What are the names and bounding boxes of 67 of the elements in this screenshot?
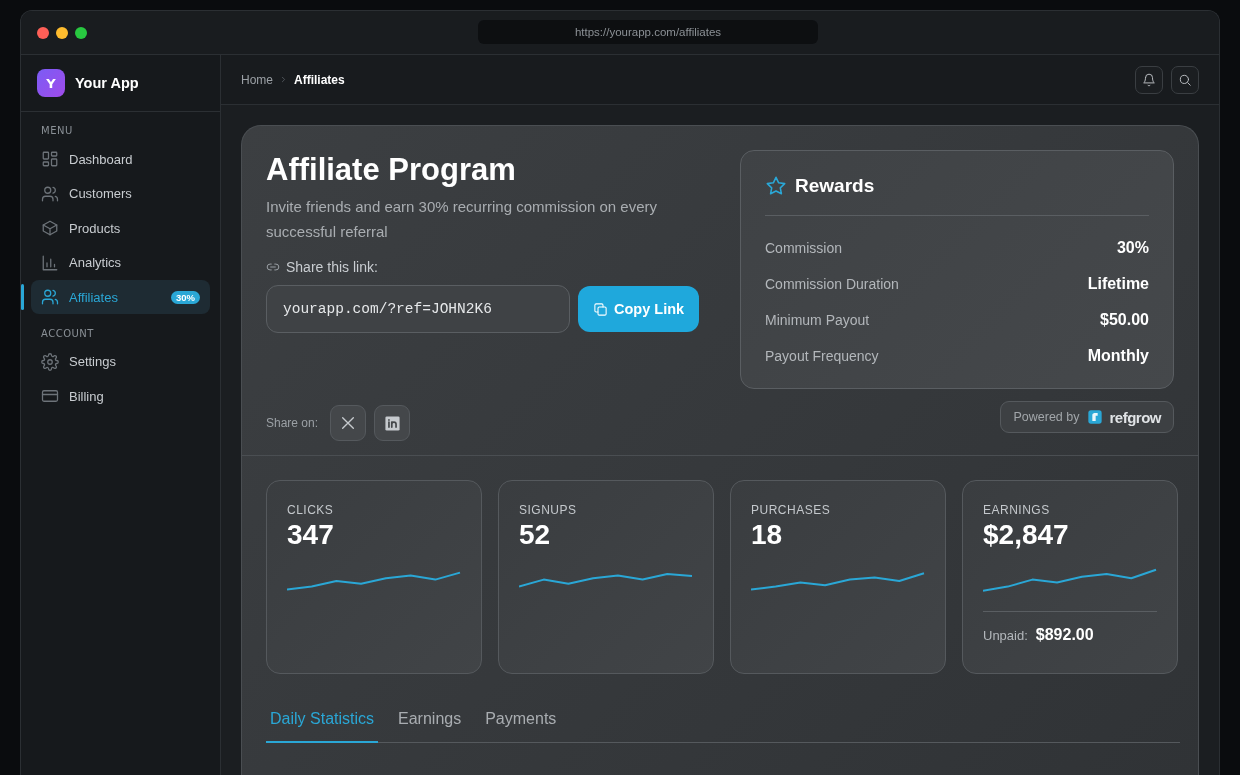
brand-logo-icon xyxy=(1087,409,1104,425)
page-title: Affiliate Program xyxy=(266,151,517,189)
users-icon xyxy=(41,184,59,203)
linkedin-share-button[interactable] xyxy=(374,405,411,441)
sidebar-item[interactable]: Dashboard xyxy=(31,142,210,176)
app-logo: Y xyxy=(37,69,65,97)
users-icon xyxy=(41,288,59,306)
stat-value: 347 xyxy=(287,519,335,551)
sidebar-item[interactable]: Billing xyxy=(31,379,210,413)
reward-value: Monthly xyxy=(1087,347,1149,365)
stat-label: PURCHASES xyxy=(751,503,832,517)
chevron-icon xyxy=(279,75,288,84)
stat-label: SIGNUPS xyxy=(519,503,578,517)
stat-label: CLICKS xyxy=(287,503,335,517)
stat-value: 52 xyxy=(519,519,552,551)
sidebar-item[interactable]: Analytics xyxy=(31,245,210,280)
brand-name: refgrow xyxy=(1109,408,1161,426)
reward-label: Commission Duration xyxy=(765,276,899,292)
reward-label: Commission xyxy=(765,240,842,256)
box-icon xyxy=(41,219,59,237)
stat-label: EARNINGS xyxy=(983,503,1051,517)
close-dot[interactable] xyxy=(37,26,49,39)
reward-label: Minimum Payout xyxy=(765,312,870,328)
maximize-dot[interactable] xyxy=(75,26,87,39)
link-field[interactable]: yourapp.com/?ref=JOHN2K6 xyxy=(266,285,570,333)
breadcrumb-link[interactable]: Home xyxy=(241,72,273,87)
breadcrumb-link[interactable]: Affiliates xyxy=(294,72,345,87)
tab[interactable]: Earnings xyxy=(394,704,466,743)
minimize-dot[interactable] xyxy=(56,26,68,39)
settings-icon xyxy=(41,352,59,371)
share-on-label: Share on: xyxy=(266,416,319,430)
reward-value: $50.00 xyxy=(1100,311,1149,329)
powered-by-badge[interactable]: Powered by refgrow xyxy=(1000,401,1174,433)
powered-by-label: Powered by xyxy=(1013,410,1080,424)
address-bar[interactable]: https://yourapp.com/affiliates xyxy=(478,20,818,44)
section-heading: MENU xyxy=(40,124,74,138)
card-icon xyxy=(41,387,59,405)
reward-value: 30% xyxy=(1116,239,1149,257)
sidebar-item[interactable]: Customers xyxy=(31,176,210,211)
search-icon xyxy=(1178,72,1192,87)
unpaid-value: $892.00 xyxy=(1035,626,1094,644)
share-label: Share this link: xyxy=(286,259,378,275)
star-icon xyxy=(765,175,787,197)
stat-value: 18 xyxy=(751,519,784,551)
linkedin-icon xyxy=(383,414,401,432)
percent-badge: 30% xyxy=(171,290,200,304)
copy-icon xyxy=(593,301,608,317)
bell-icon xyxy=(1142,72,1156,87)
bar-chart-icon xyxy=(41,253,59,272)
x-logo-icon xyxy=(340,415,357,431)
tab[interactable]: Payments xyxy=(481,704,561,743)
reward-value: Lifetime xyxy=(1087,275,1149,293)
x-share-button[interactable] xyxy=(330,405,367,441)
card-title: Rewards xyxy=(795,175,875,197)
grid-icon xyxy=(41,150,59,168)
unpaid-label: Unpaid: xyxy=(983,627,1028,643)
search-button[interactable] xyxy=(1171,65,1199,94)
reward-label: Payout Frequency xyxy=(765,348,879,364)
section-heading: ACCOUNT xyxy=(40,326,95,341)
link-icon xyxy=(266,260,280,274)
stat-value: $2,847 xyxy=(983,519,1070,551)
notification-button[interactable] xyxy=(1135,65,1163,94)
page-description: Invite friends and earn 30% recurring commission on every successful referral xyxy=(266,197,659,242)
sidebar-item[interactable]: Products xyxy=(31,211,210,245)
sidebar-item[interactable]: Settings xyxy=(31,344,210,379)
tab[interactable]: Daily Statistics xyxy=(266,704,379,743)
app-name: Your App xyxy=(75,75,139,91)
